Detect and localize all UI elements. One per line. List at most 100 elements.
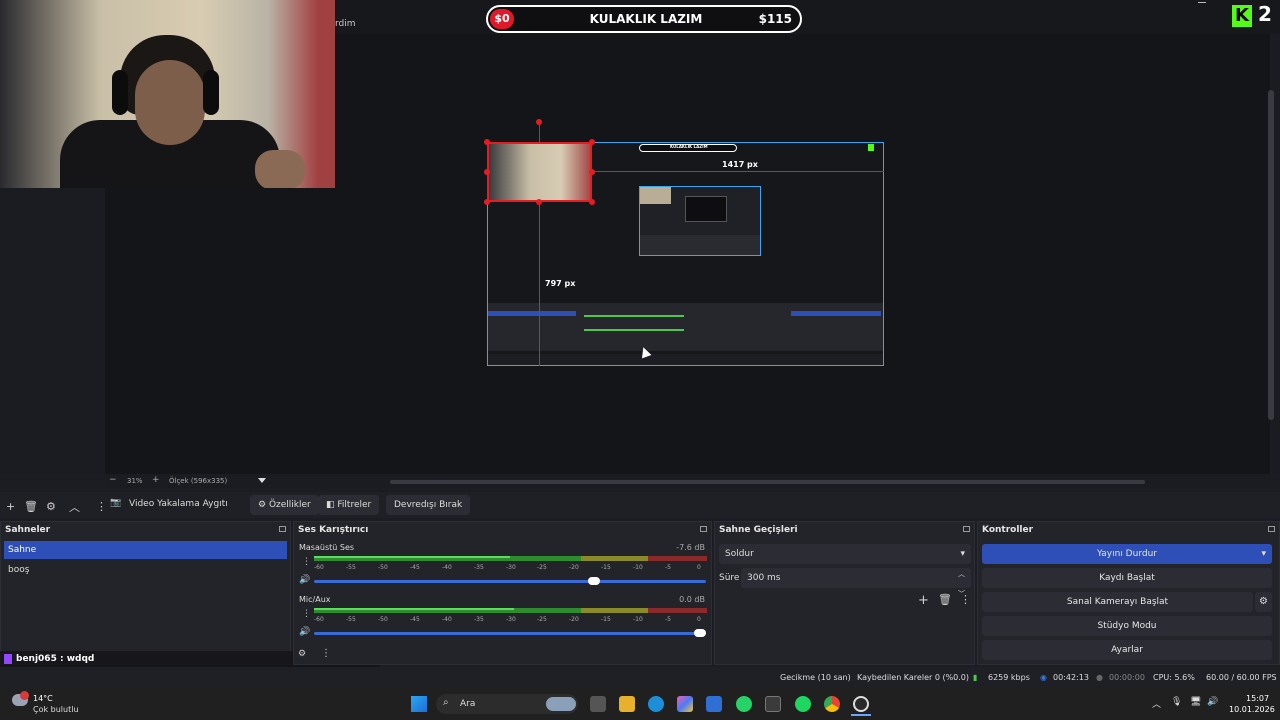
settings-button[interactable]: Ayarlar — [982, 640, 1272, 660]
chevron-down-icon[interactable] — [258, 478, 266, 483]
resize-handle-bl[interactable] — [484, 199, 490, 205]
microphone-icon[interactable]: 🎙 — [1171, 697, 1182, 707]
copilot-icon[interactable] — [677, 696, 693, 712]
meter-tick-label: 0 — [697, 564, 701, 571]
stop-stream-button[interactable]: Yayını Durdur ▾ — [982, 544, 1272, 564]
undock-icon[interactable] — [700, 526, 707, 532]
more-vertical-icon[interactable]: ⋮ — [321, 648, 331, 659]
volume-icon[interactable]: 🔊 — [1207, 697, 1218, 707]
start-recording-button[interactable]: Kaydı Başlat — [982, 568, 1272, 588]
chevron-down-icon[interactable]: ▾ — [1261, 544, 1266, 564]
file-explorer-icon[interactable] — [619, 696, 635, 712]
weather-temperature[interactable]: 14°C — [33, 694, 53, 703]
notification-badge-icon — [20, 691, 29, 700]
speaker-icon[interactable]: 🔊 — [299, 575, 310, 585]
store-icon[interactable] — [765, 696, 781, 712]
network-icon[interactable]: 🖥 — [1190, 697, 1201, 707]
spotify-icon[interactable] — [795, 696, 811, 712]
speaker-icon[interactable]: 🔊 — [299, 627, 310, 637]
advanced-audio-icon[interactable]: ⚙ — [298, 649, 306, 659]
controls-dock: Kontroller Yayını Durdur ▾ Kaydı Başlat … — [977, 521, 1280, 665]
dropped-frames-status: Kaybedilen Kareler 0 (%0.0) — [857, 673, 970, 682]
selection-box[interactable] — [487, 142, 592, 202]
properties-button[interactable]: ⚙ Özellikler — [250, 495, 319, 515]
duration-field[interactable]: 300 ms ︿ ﹀ — [741, 568, 971, 598]
vertical-scrollbar[interactable] — [1268, 90, 1274, 420]
clock-time[interactable]: 15:07 — [1246, 694, 1269, 703]
meter-tick-label: -55 — [346, 616, 356, 623]
more-vertical-icon[interactable]: ⋮ — [960, 593, 971, 606]
filters-button[interactable]: ◧ Filtreler — [318, 495, 380, 515]
mail-icon[interactable] — [706, 696, 722, 712]
add-icon[interactable]: + — [6, 500, 15, 513]
volume-thumb[interactable] — [588, 577, 600, 585]
resize-handle-r[interactable] — [589, 169, 595, 175]
chevron-up-icon[interactable]: ︿ — [69, 499, 80, 515]
scale-mode-label[interactable]: Ölçek (596x335) — [169, 477, 227, 485]
channel-name: Masaüstü Ses — [299, 543, 355, 552]
delay-status: Gecikme (10 san) — [780, 673, 851, 682]
zoom-in-button[interactable]: + — [152, 475, 160, 485]
undock-icon[interactable] — [279, 526, 286, 532]
scenes-dock: Sahneler Sahne booş — [0, 521, 291, 665]
chrome-icon[interactable] — [824, 696, 840, 712]
transition-selected: Soldur — [725, 549, 754, 559]
minimize-icon[interactable] — [1198, 2, 1206, 3]
whatsapp-icon[interactable] — [736, 696, 752, 712]
scene-item[interactable]: booş — [4, 561, 287, 579]
obs-icon[interactable] — [853, 696, 869, 712]
inner-webcam — [640, 187, 671, 204]
windows-start-icon[interactable] — [411, 696, 427, 712]
meter-tick-label: -30 — [506, 616, 516, 623]
filter-icon: ◧ — [326, 500, 335, 510]
volume-slider[interactable] — [314, 577, 706, 585]
meter-tick-label: -15 — [601, 616, 611, 623]
gear-icon[interactable]: ⚙ — [46, 500, 56, 513]
trash-icon[interactable]: 🗑 — [24, 500, 38, 513]
transition-select[interactable]: Soldur ▾ — [719, 544, 971, 564]
channel-name: Mic/Aux — [299, 595, 331, 604]
resize-handle-tr[interactable] — [589, 139, 595, 145]
meter-tick-label: -10 — [633, 564, 643, 571]
studio-mode-button[interactable]: Stüdyo Modu — [982, 616, 1272, 636]
task-view-icon[interactable] — [590, 696, 606, 712]
resize-handle-br[interactable] — [589, 199, 595, 205]
scene-transitions-dock: Sahne Geçişleri Soldur ▾ Süre 300 ms ︿ ﹀ … — [714, 521, 975, 665]
channel-db: -7.6 dB — [676, 543, 705, 552]
resize-handle-l[interactable] — [484, 169, 490, 175]
scene-item[interactable]: Sahne — [4, 541, 287, 559]
partial-text: rdim — [335, 19, 356, 29]
deactivate-button[interactable]: Devredışı Bırak — [386, 495, 471, 515]
horizontal-scrollbar[interactable] — [390, 480, 1145, 484]
record-time: 00:00:00 — [1109, 673, 1145, 682]
meter-tick-label: -25 — [537, 616, 547, 623]
properties-label: Özellikler — [268, 500, 311, 510]
meter-tick-label: -40 — [442, 616, 452, 623]
mini-goal-pill: KULAKLIK LAZIM — [639, 144, 737, 152]
channel-menu-icon[interactable]: ⋮ — [302, 557, 311, 567]
trash-icon[interactable]: 🗑 — [938, 593, 952, 606]
stop-stream-label: Yayını Durdur — [1097, 549, 1157, 559]
start-virtual-camera-button[interactable]: Sanal Kamerayı Başlat — [982, 592, 1253, 612]
edge-icon[interactable] — [648, 696, 664, 712]
stream-icon: ◉ — [1040, 673, 1047, 682]
zoom-out-button[interactable]: − — [109, 475, 117, 485]
add-icon[interactable]: + — [918, 593, 929, 608]
clock-date[interactable]: 10.01.2026 — [1229, 705, 1275, 714]
stream-time: 00:42:13 — [1053, 673, 1089, 682]
meter-tick-label: -45 — [410, 616, 420, 623]
more-vertical-icon[interactable]: ⋮ — [96, 500, 107, 513]
duration-value: 300 ms — [747, 573, 781, 583]
volume-slider[interactable] — [314, 629, 706, 637]
meter-tick-label: -5 — [665, 616, 671, 623]
level-meter-peak — [314, 608, 514, 610]
channel-menu-icon[interactable]: ⋮ — [302, 609, 311, 619]
fps-status: 60.00 / 60.00 FPS — [1206, 673, 1277, 682]
gear-icon[interactable]: ⚙ — [1255, 592, 1272, 612]
volume-thumb[interactable] — [694, 629, 706, 637]
undock-icon[interactable] — [1268, 526, 1275, 532]
weather-description[interactable]: Çok bulutlu — [33, 705, 79, 714]
resize-handle-tl[interactable] — [484, 139, 490, 145]
chevron-up-icon[interactable]: ︿ — [1152, 697, 1161, 710]
undock-icon[interactable] — [963, 526, 970, 532]
